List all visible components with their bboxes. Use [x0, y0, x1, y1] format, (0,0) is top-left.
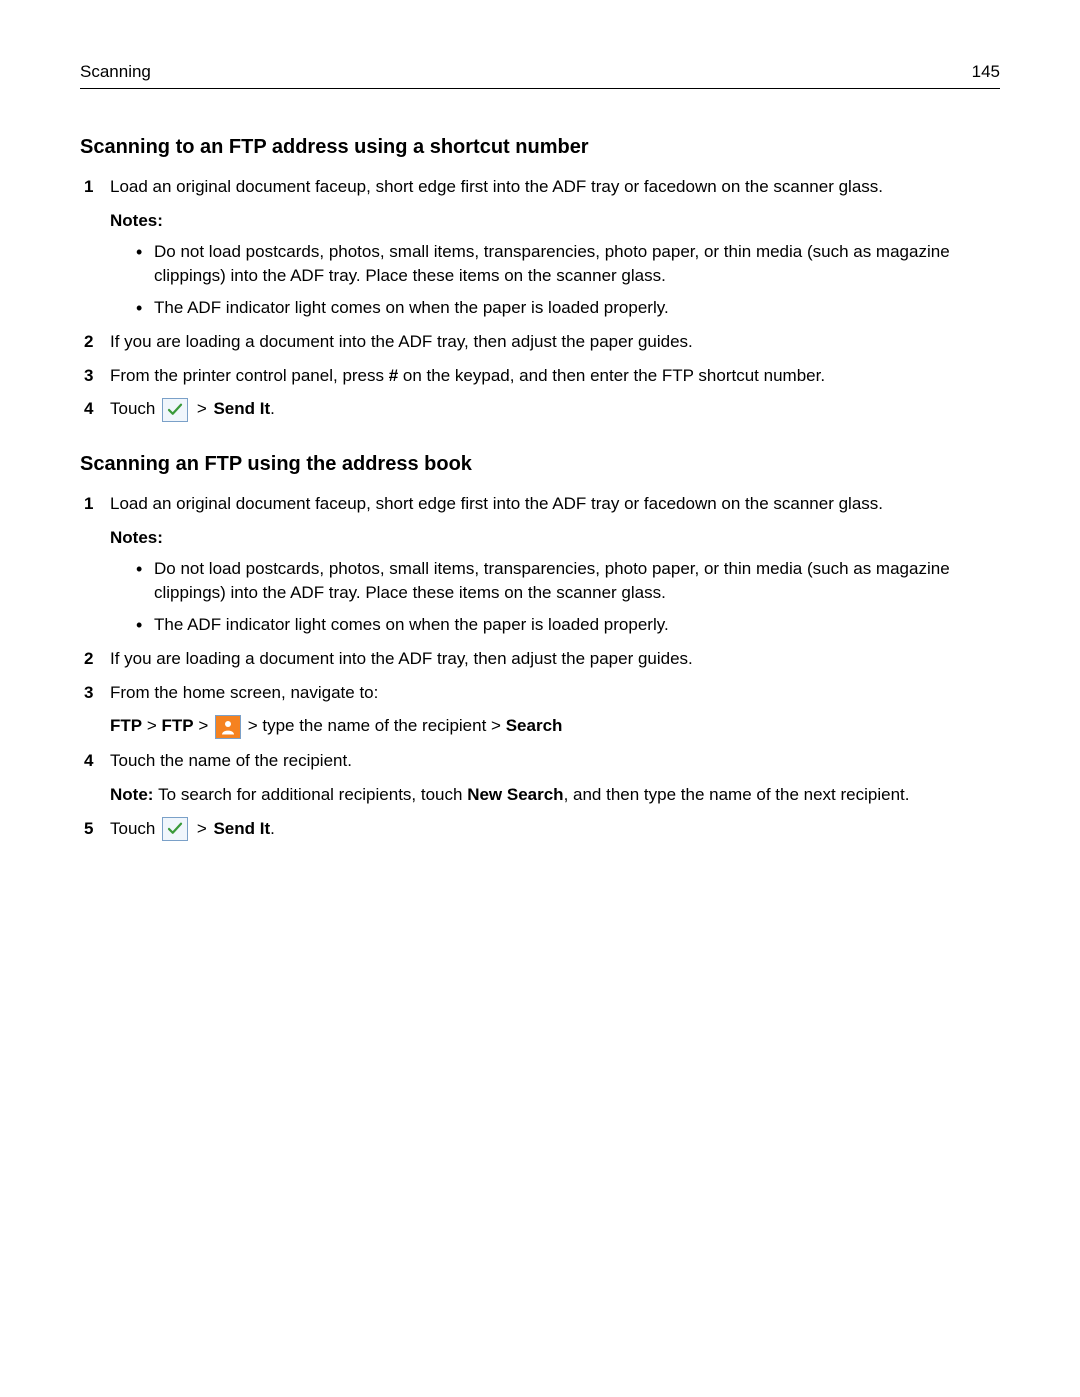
step-text: From the home screen, navigate to:	[110, 683, 378, 702]
note-label: Note:	[110, 785, 158, 804]
step-number: 5	[84, 817, 93, 841]
note-text: , and then type the name of the next rec…	[564, 785, 910, 804]
checkmark-icon	[162, 398, 188, 422]
section1-title: Scanning to an FTP address using a short…	[80, 133, 1000, 161]
nav-sep: >	[142, 716, 161, 735]
separator: >	[192, 399, 211, 418]
page-container: Scanning 145 Scanning to an FTP address …	[0, 0, 1080, 1397]
separator: >	[192, 819, 211, 838]
nav-ftp: FTP	[110, 716, 142, 735]
nav-search: Search	[506, 716, 563, 735]
navigation-path: FTP > FTP > > type the name of the recip…	[110, 714, 1000, 739]
text-part: Touch	[110, 819, 160, 838]
step-1: 1 Load an original document faceup, shor…	[80, 492, 1000, 516]
address-book-icon	[215, 715, 241, 739]
section2-title: Scanning an FTP using the address book	[80, 450, 1000, 478]
send-it-label: Send It	[213, 819, 270, 838]
step-number: 1	[84, 492, 93, 516]
section1-steps: 1 Load an original document faceup, shor…	[80, 175, 1000, 199]
step-2: 2 If you are loading a document into the…	[80, 330, 1000, 354]
step-number: 3	[84, 681, 93, 705]
nav-text: > type the name of the recipient >	[243, 716, 506, 735]
section2-steps: 1 Load an original document faceup, shor…	[80, 492, 1000, 516]
text-part: .	[270, 819, 275, 838]
step-text: If you are loading a document into the A…	[110, 332, 693, 351]
text-part: From the printer control panel, press	[110, 366, 389, 385]
text-part: Touch	[110, 399, 160, 418]
step-number: 1	[84, 175, 93, 199]
step-number: 4	[84, 397, 93, 421]
note-bullet: Do not load postcards, photos, small ite…	[136, 557, 1000, 605]
step-3: 3 From the home screen, navigate to:	[80, 681, 1000, 705]
note-text: To search for additional recipients, tou…	[158, 785, 467, 804]
new-search-label: New Search	[467, 785, 563, 804]
page-number: 145	[972, 60, 1000, 84]
send-it-label: Send It	[213, 399, 270, 418]
step-4: 4 Touch > Send It.	[80, 397, 1000, 422]
step-number: 3	[84, 364, 93, 388]
section2-steps-cont2: 4 Touch the name of the recipient.	[80, 749, 1000, 773]
step-text: Touch > Send It.	[110, 819, 275, 838]
section2-notes: Do not load postcards, photos, small ite…	[136, 557, 1000, 636]
section1-steps-cont: 2 If you are loading a document into the…	[80, 330, 1000, 422]
step-text: Load an original document faceup, short …	[110, 177, 883, 196]
step-number: 2	[84, 647, 93, 671]
note-bullet: The ADF indicator light comes on when th…	[136, 613, 1000, 637]
nav-ftp: FTP	[161, 716, 193, 735]
section2-steps-cont3: 5 Touch > Send It.	[80, 817, 1000, 842]
header-section-title: Scanning	[80, 60, 151, 84]
checkmark-icon	[162, 817, 188, 841]
step-5: 5 Touch > Send It.	[80, 817, 1000, 842]
note-bullet: Do not load postcards, photos, small ite…	[136, 240, 1000, 288]
step-number: 4	[84, 749, 93, 773]
step-text: Touch the name of the recipient.	[110, 751, 352, 770]
section2-steps-cont: 2 If you are loading a document into the…	[80, 647, 1000, 705]
page-header: Scanning 145	[80, 60, 1000, 89]
step-number: 2	[84, 330, 93, 354]
step-text: Touch > Send It.	[110, 399, 275, 418]
step-2: 2 If you are loading a document into the…	[80, 647, 1000, 671]
step-text: If you are loading a document into the A…	[110, 649, 693, 668]
notes-label: Notes:	[110, 209, 1000, 233]
step-text: Load an original document faceup, short …	[110, 494, 883, 513]
step-4: 4 Touch the name of the recipient.	[80, 749, 1000, 773]
step-1: 1 Load an original document faceup, shor…	[80, 175, 1000, 199]
section1-notes: Do not load postcards, photos, small ite…	[136, 240, 1000, 319]
step-text: From the printer control panel, press # …	[110, 366, 825, 385]
notes-label: Notes:	[110, 526, 1000, 550]
hash-key: #	[389, 366, 398, 385]
step-3: 3 From the printer control panel, press …	[80, 364, 1000, 388]
text-part: on the keypad, and then enter the FTP sh…	[398, 366, 825, 385]
nav-sep: >	[194, 716, 213, 735]
note-inline: Note: To search for additional recipient…	[110, 783, 1000, 807]
text-part: .	[270, 399, 275, 418]
note-bullet: The ADF indicator light comes on when th…	[136, 296, 1000, 320]
